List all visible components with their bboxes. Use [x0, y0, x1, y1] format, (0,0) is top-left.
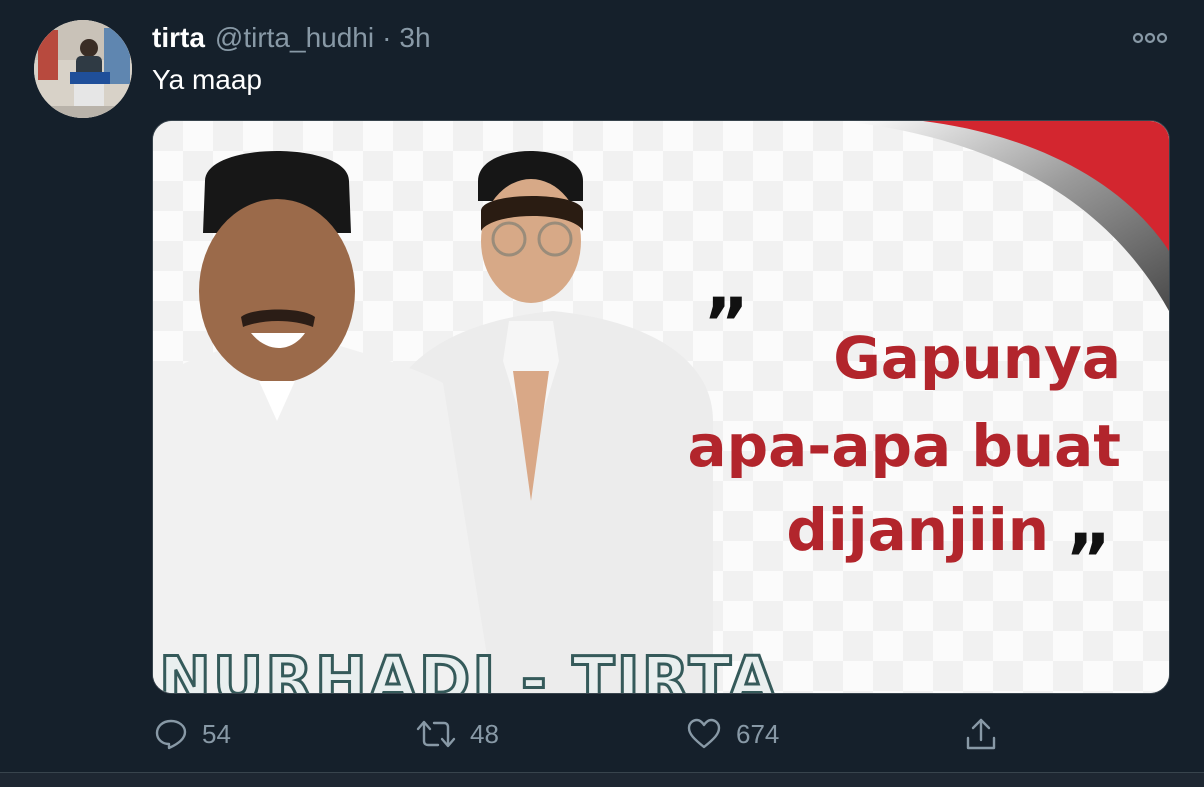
- retweet-count: 48: [470, 718, 499, 749]
- avatar-photo: [34, 20, 132, 118]
- share-icon: [966, 718, 996, 750]
- candidate-banner: NURHADI - TIRTA: [157, 643, 779, 694]
- like-count: 674: [736, 718, 780, 749]
- campaign-poster-graphic: [153, 121, 1169, 693]
- header-separator: ·: [382, 22, 392, 53]
- tweet-image[interactable]: ” Gapunya apa-apa buat dijanjiin ” NURHA…: [152, 120, 1170, 694]
- tweet-text: Ya maap: [152, 64, 262, 95]
- reply-count: 54: [202, 718, 231, 749]
- quote-line-1: Gapunya: [833, 324, 1121, 392]
- tweet-time[interactable]: 3h: [399, 22, 430, 54]
- quote-line-2: apa-apa buat: [687, 412, 1121, 480]
- divider: [0, 772, 1204, 787]
- more-icon[interactable]: [1132, 28, 1168, 48]
- author-name[interactable]: tirta: [152, 22, 205, 54]
- reply-button[interactable]: 54: [154, 712, 231, 756]
- tweet[interactable]: tirta @tirta_hudhi · 3h Ya maap ” Gapuny…: [0, 0, 1204, 772]
- like-icon: [687, 718, 721, 749]
- like-button[interactable]: 674: [686, 712, 779, 756]
- avatar[interactable]: [34, 20, 132, 118]
- share-button[interactable]: [964, 712, 998, 756]
- quote-open-mark: ”: [703, 283, 750, 365]
- author-handle[interactable]: @tirta_hudhi: [215, 22, 374, 54]
- tweet-actions: 54 48 674: [152, 712, 1168, 756]
- retweet-button[interactable]: 48: [416, 712, 499, 756]
- tweet-header: tirta @tirta_hudhi · 3h: [152, 22, 431, 56]
- quote-line-3: dijanjiin: [786, 496, 1049, 564]
- reply-icon: [155, 719, 187, 750]
- quote-close-mark: ”: [1065, 519, 1112, 601]
- retweet-icon: [416, 720, 456, 748]
